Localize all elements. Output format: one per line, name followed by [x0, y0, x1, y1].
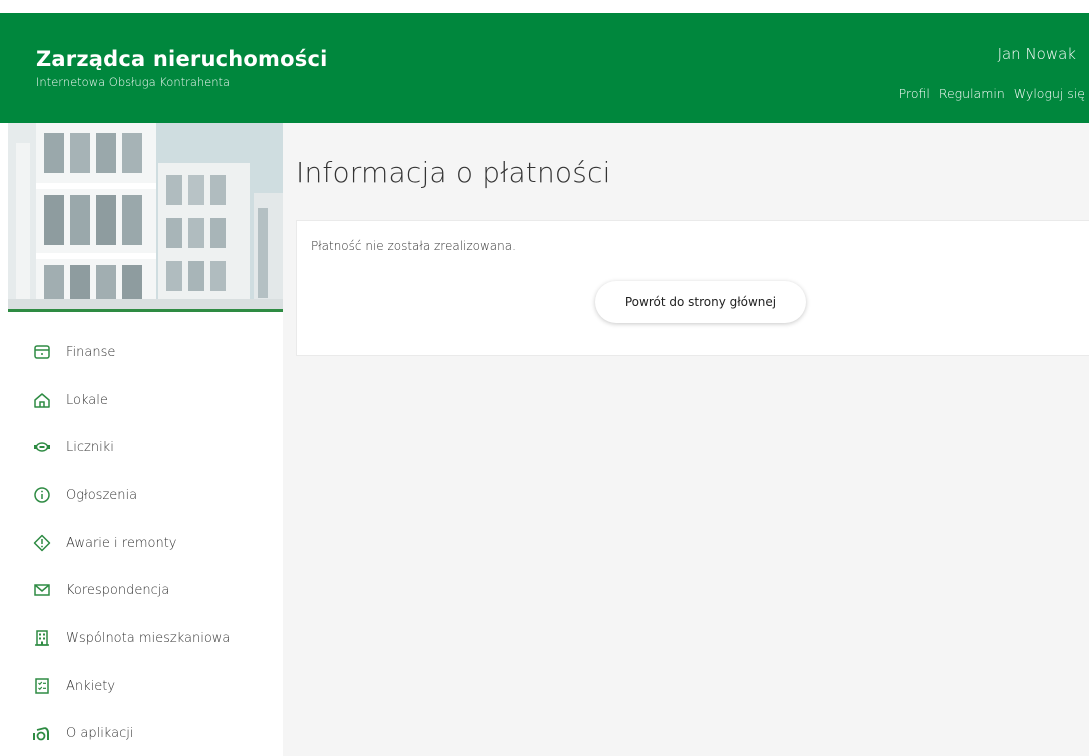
profile-link[interactable]: Profil [899, 86, 930, 101]
sidebar-item-label: Ankiety [66, 678, 116, 694]
sidebar-item-label: Liczniki [66, 439, 114, 455]
payment-status-message: Płatność nie została zrealizowana. [311, 239, 516, 253]
app-frame: Zarządca nieruchomości Internetowa Obsłu… [0, 0, 1089, 756]
brand-subtitle: Internetowa Obsługa Kontrahenta [36, 75, 231, 89]
sidebar-item-label: Finanse [66, 344, 116, 360]
header-links: Profil Regulamin Wyloguj się [899, 86, 1085, 101]
sidebar-item-liczniki[interactable]: Liczniki [32, 435, 114, 459]
info-icon [32, 485, 52, 505]
building-image [8, 123, 283, 309]
page-title: Informacja o płatności [296, 156, 611, 189]
main-content: Informacja o płatności Płatność nie zost… [283, 123, 1089, 756]
payment-info-card: Płatność nie została zrealizowana. Powró… [296, 220, 1089, 356]
app-info-icon [32, 723, 52, 743]
meter-icon [32, 437, 52, 457]
back-to-home-button[interactable]: Powrót do strony głównej [595, 281, 806, 323]
sidebar-item-ogloszenia[interactable]: Ogłoszenia [32, 483, 137, 507]
building-illustration [8, 123, 283, 312]
sidebar-item-label: Awarie i remonty [66, 535, 177, 551]
sidebar: Finanse Lokale Liczniki Ogłoszenia Awari… [0, 123, 283, 756]
home-icon [32, 390, 52, 410]
terms-link[interactable]: Regulamin [939, 86, 1005, 101]
sidebar-item-korespondencja[interactable]: Korespondencja [32, 578, 169, 602]
sidebar-item-label: Ogłoszenia [66, 487, 138, 503]
sidebar-item-label: Wspólnota mieszkaniowa [66, 630, 231, 646]
logout-link[interactable]: Wyloguj się [1014, 86, 1085, 101]
top-header: Zarządca nieruchomości Internetowa Obsłu… [0, 13, 1089, 123]
brand-title[interactable]: Zarządca nieruchomości [36, 47, 328, 71]
wallet-icon [32, 342, 52, 362]
sidebar-item-ankiety[interactable]: Ankiety [32, 674, 115, 698]
sidebar-item-finanse[interactable]: Finanse [32, 340, 115, 364]
sidebar-item-label: Lokale [66, 392, 108, 408]
sidebar-item-label: O aplikacji [66, 725, 134, 741]
survey-icon [32, 676, 52, 696]
sidebar-item-wspolnota[interactable]: Wspólnota mieszkaniowa [32, 626, 230, 650]
sidebar-item-label: Korespondencja [66, 582, 170, 598]
sidebar-item-awarie[interactable]: Awarie i remonty [32, 531, 177, 555]
building-icon [32, 628, 52, 648]
envelope-icon [32, 580, 52, 600]
user-name: Jan Nowak [997, 45, 1076, 63]
sidebar-item-lokale[interactable]: Lokale [32, 388, 108, 412]
sidebar-item-o-aplikacji[interactable]: O aplikacji [32, 721, 133, 745]
alert-icon [32, 533, 52, 553]
